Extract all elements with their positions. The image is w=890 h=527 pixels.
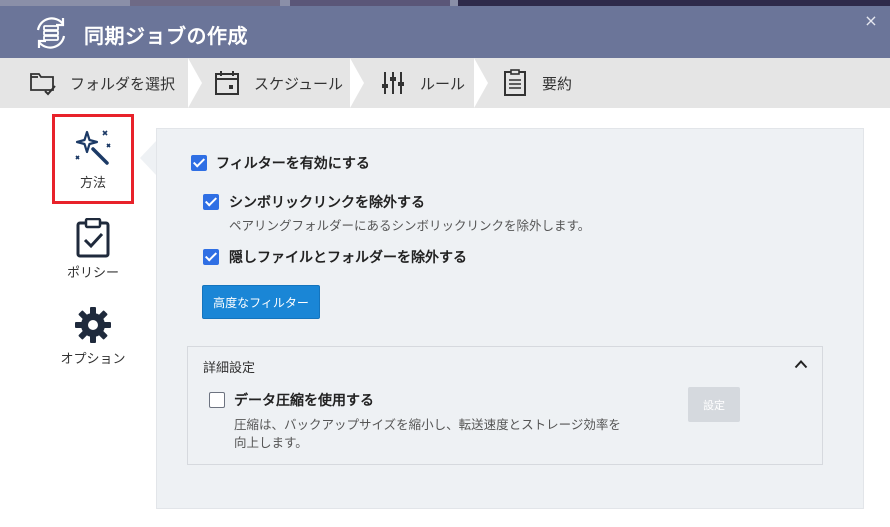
sidebar-item-label: ポリシー bbox=[66, 266, 119, 281]
details-title: 詳細設定 bbox=[203, 361, 256, 376]
sidebar-item-method[interactable]: 方法 bbox=[52, 114, 134, 204]
step-schedule[interactable]: スケジュール bbox=[212, 58, 343, 108]
compression-checkbox[interactable] bbox=[209, 392, 225, 408]
exclude-symlinks-label: シンボリックリンクを除外する bbox=[229, 195, 425, 211]
compression-description-line2: 向上します。 bbox=[234, 435, 308, 450]
clipboard-check-icon bbox=[76, 218, 110, 258]
sidebar-item-label: オプション bbox=[60, 352, 126, 367]
dialog-title: 同期ジョブの作成 bbox=[84, 24, 248, 48]
step-label: フォルダを選択 bbox=[70, 74, 176, 93]
step-summary[interactable]: 要約 bbox=[500, 58, 572, 108]
details-section: 詳細設定 データ圧縮を使用する 圧縮は、バックアップサイズを縮小し、転送速度とス… bbox=[187, 346, 823, 465]
close-button[interactable]: × bbox=[862, 12, 880, 30]
enable-filter-checkbox[interactable] bbox=[191, 155, 207, 171]
advanced-filter-button[interactable]: 高度なフィルター bbox=[202, 285, 320, 319]
exclude-hidden-checkbox[interactable] bbox=[203, 249, 219, 265]
exclude-symlinks-description: ペアリングフォルダーにあるシンボリックリンクを除外します。 bbox=[229, 218, 591, 233]
step-rules[interactable]: ルール bbox=[378, 58, 465, 108]
exclude-hidden-label: 隠しファイルとフォルダーを除外する bbox=[229, 250, 467, 266]
calendar-icon bbox=[212, 68, 242, 98]
compression-label: データ圧縮を使用する bbox=[234, 393, 374, 409]
step-label: ルール bbox=[420, 74, 466, 93]
panel-pointer bbox=[140, 140, 157, 176]
clipboard-list-icon bbox=[500, 68, 530, 98]
gear-icon bbox=[75, 307, 111, 343]
step-chevron bbox=[350, 58, 364, 108]
compression-settings-button[interactable]: 設定 bbox=[688, 387, 740, 422]
sliders-icon bbox=[378, 68, 408, 98]
step-label: 要約 bbox=[542, 74, 573, 93]
sidebar-item-policy[interactable]: ポリシー bbox=[52, 218, 134, 281]
exclude-symlinks-checkbox[interactable] bbox=[203, 194, 219, 210]
dialog-titlebar: 同期ジョブの作成 × bbox=[0, 6, 890, 58]
wizard-steps: フォルダを選択 スケジュール ルール 要約 bbox=[0, 58, 890, 108]
step-chevron bbox=[188, 58, 202, 108]
sidebar-item-label: 方法 bbox=[79, 175, 106, 191]
chevron-up-icon[interactable] bbox=[794, 359, 808, 369]
sidebar-item-options[interactable]: オプション bbox=[52, 306, 134, 367]
sync-job-icon bbox=[36, 17, 66, 49]
enable-filter-label: フィルターを有効にする bbox=[216, 156, 370, 172]
compression-description-line1: 圧縮は、バックアップサイズを縮小し、転送速度とストレージ効率を bbox=[234, 417, 621, 432]
folder-select-icon bbox=[28, 68, 58, 98]
step-chevron bbox=[474, 58, 488, 108]
step-select-folder[interactable]: フォルダを選択 bbox=[28, 58, 175, 108]
magic-wand-icon bbox=[75, 129, 111, 165]
step-label: スケジュール bbox=[254, 74, 343, 93]
